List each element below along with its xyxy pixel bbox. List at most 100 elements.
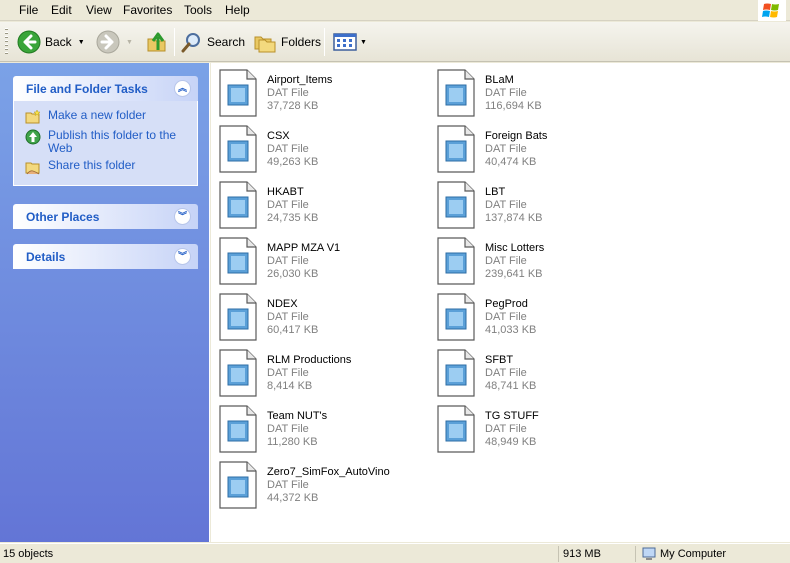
file-size: 44,372 KB (267, 492, 319, 504)
file-item[interactable]: CSX DAT File 49,263 KB (211, 119, 421, 173)
folders-button[interactable]: Folders (253, 28, 321, 56)
task-label: Publish this folder to the Web (48, 128, 177, 155)
file-item[interactable]: TG STUFF DAT File 48,949 KB (429, 399, 639, 453)
status-object-count: 15 objects (3, 548, 54, 560)
dat-file-icon (437, 405, 475, 453)
file-name: RLM Productions (267, 354, 352, 366)
other-places-header[interactable]: Other Places ︾ (13, 204, 198, 229)
views-dropdown-icon[interactable]: ▼ (360, 39, 367, 46)
file-item[interactable]: BLaM DAT File 116,694 KB (429, 63, 639, 117)
file-name: PegProd (485, 298, 528, 310)
file-name: Team NUT's (267, 410, 328, 422)
views-icon (333, 33, 357, 51)
file-name: BLaM (485, 74, 514, 86)
details-header[interactable]: Details ︾ (13, 244, 198, 269)
file-size: 137,874 KB (485, 212, 543, 224)
file-item[interactable]: Misc Lotters DAT File 239,641 KB (429, 231, 639, 285)
dat-file-icon (219, 405, 257, 453)
file-type: DAT File (267, 367, 309, 379)
forward-button[interactable]: ▼ (96, 28, 133, 56)
file-size: 8,414 KB (267, 380, 313, 392)
search-icon (181, 33, 200, 53)
file-size: 11,280 KB (267, 436, 318, 448)
file-name: Misc Lotters (485, 242, 545, 254)
dat-file-icon (437, 125, 475, 173)
file-type: DAT File (485, 423, 527, 435)
toolbar-separator (174, 28, 175, 56)
file-item[interactable]: RLM Productions DAT File 8,414 KB (211, 343, 421, 397)
dat-file-icon (437, 349, 475, 397)
menu-tools[interactable]: Tools (182, 3, 214, 17)
file-name: LBT (485, 186, 506, 198)
dat-file-icon (219, 125, 257, 173)
file-folder-tasks-panel: File and Folder Tasks ︽ Make a new folde… (13, 76, 198, 186)
file-item[interactable]: Team NUT's DAT File 11,280 KB (211, 399, 421, 453)
task-pane: File and Folder Tasks ︽ Make a new folde… (0, 63, 210, 542)
new-folder-icon (25, 109, 41, 124)
my-computer-icon (642, 547, 656, 560)
file-size: 49,263 KB (267, 156, 319, 168)
up-folder-button[interactable] (145, 28, 169, 56)
status-location-label: My Computer (660, 548, 727, 560)
file-item[interactable]: SFBT DAT File 48,741 KB (429, 343, 639, 397)
file-item[interactable]: Airport_Items DAT File 37,728 KB (211, 63, 421, 117)
folders-label: Folders (281, 35, 322, 49)
task-share-folder[interactable]: Share this folder (14, 157, 197, 177)
file-item[interactable]: PegProd DAT File 41,033 KB (429, 287, 639, 341)
file-name: CSX (267, 130, 290, 142)
file-item[interactable]: LBT DAT File 137,874 KB (429, 175, 639, 229)
file-type: DAT File (267, 311, 309, 323)
publish-web-icon (25, 129, 41, 145)
task-publish-folder-web[interactable]: Publish this folder to the Web (14, 127, 197, 157)
dat-file-icon (437, 69, 475, 117)
menu-view[interactable]: View (84, 3, 114, 17)
share-folder-icon (25, 162, 40, 175)
dat-file-icon (219, 293, 257, 341)
views-button[interactable]: ▼ (333, 28, 367, 56)
file-name: SFBT (485, 354, 514, 366)
file-size: 37,728 KB (267, 100, 319, 112)
file-item[interactable]: Zero7_SimFox_AutoVino DAT File 44,372 KB (211, 455, 421, 509)
back-arrow-icon (17, 30, 41, 54)
file-type: DAT File (485, 367, 527, 379)
details-panel: Details ︾ (13, 244, 198, 269)
menu-bar: File Edit View Favorites Tools Help (0, 0, 790, 21)
back-label: Back (45, 35, 72, 49)
file-folder-tasks-header[interactable]: File and Folder Tasks ︽ (13, 76, 198, 101)
dat-file-icon (437, 237, 475, 285)
file-name: Airport_Items (267, 74, 333, 86)
file-type: DAT File (267, 199, 309, 211)
file-type: DAT File (267, 255, 309, 267)
menu-file[interactable]: File (17, 3, 40, 17)
file-name: Zero7_SimFox_AutoVino (267, 466, 390, 478)
file-size: 48,741 KB (485, 380, 537, 392)
file-size: 26,030 KB (267, 268, 319, 280)
menu-edit[interactable]: Edit (49, 3, 74, 17)
file-type: DAT File (485, 199, 527, 211)
forward-dropdown-icon[interactable]: ▼ (126, 39, 133, 46)
up-folder-icon (147, 32, 166, 52)
back-dropdown-icon[interactable]: ▼ (78, 39, 85, 46)
task-make-new-folder[interactable]: Make a new folder (14, 107, 197, 127)
file-item[interactable]: HKABT DAT File 24,735 KB (211, 175, 421, 229)
search-button[interactable]: Search (181, 28, 245, 56)
back-button[interactable]: Back ▼ (17, 28, 85, 56)
toolbar-grip[interactable] (5, 28, 8, 56)
other-places-panel: Other Places ︾ (13, 204, 198, 229)
file-type: DAT File (267, 87, 309, 99)
file-name: Foreign Bats (485, 130, 548, 142)
file-type: DAT File (485, 143, 527, 155)
menu-help[interactable]: Help (223, 3, 252, 17)
collapse-chevron-icon[interactable]: ︽ (174, 80, 191, 97)
file-item[interactable]: NDEX DAT File 60,417 KB (211, 287, 421, 341)
expand-chevron-icon[interactable]: ︾ (174, 248, 191, 265)
menu-favorites[interactable]: Favorites (121, 3, 174, 17)
folders-icon (254, 36, 276, 53)
file-item[interactable]: MAPP MZA V1 DAT File 26,030 KB (211, 231, 421, 285)
file-list: Airport_Items DAT File 37,728 KB BLaM DAT Fi… (211, 63, 790, 542)
status-location: My Computer (635, 546, 790, 562)
file-name: TG STUFF (485, 410, 539, 422)
file-type: DAT File (267, 423, 309, 435)
file-item[interactable]: Foreign Bats DAT File 40,474 KB (429, 119, 639, 173)
expand-chevron-icon[interactable]: ︾ (174, 208, 191, 225)
